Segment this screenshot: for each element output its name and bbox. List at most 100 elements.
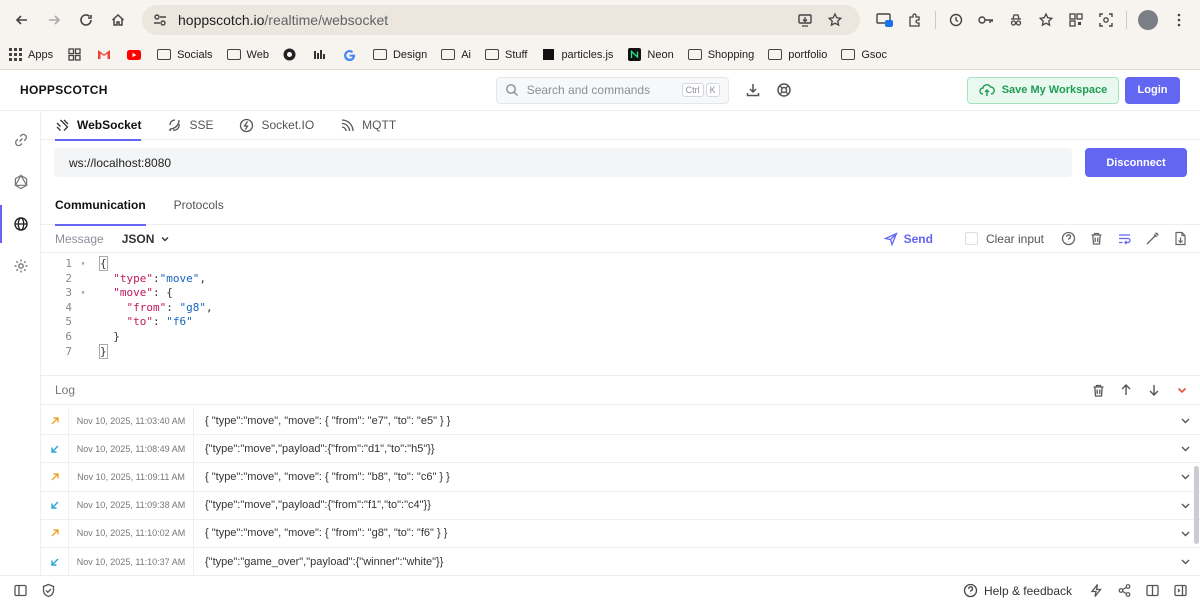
bookmark-star-icon[interactable] <box>820 5 850 35</box>
bookmark-web[interactable]: Web <box>226 48 269 62</box>
toggle-sidebar-icon[interactable] <box>6 577 34 605</box>
youtube-icon <box>127 48 142 62</box>
cast-icon[interactable] <box>870 5 900 35</box>
prettify-wand-icon[interactable] <box>1138 227 1166 251</box>
help-icon[interactable] <box>1054 227 1082 251</box>
log-entry[interactable]: Nov 10, 2025, 11:03:40 AM { "type":"move"… <box>41 407 1200 436</box>
expand-chevron-icon[interactable] <box>1170 556 1200 567</box>
site-info-icon[interactable] <box>152 12 168 28</box>
help-feedback-button[interactable]: Help & feedback <box>963 583 1072 598</box>
clear-input-label[interactable]: Clear input <box>986 232 1044 246</box>
tab-websocket[interactable]: WebSocket <box>55 111 142 141</box>
bookmark-youtube[interactable] <box>127 48 147 62</box>
bookmark-stuff[interactable]: Stuff <box>485 48 527 62</box>
scroll-up-icon[interactable] <box>1112 378 1140 402</box>
split-layout-icon[interactable] <box>1138 577 1166 605</box>
log-scrollbar[interactable] <box>1194 466 1199 544</box>
fold-icon[interactable]: ▾ <box>78 257 88 272</box>
forward-icon[interactable] <box>38 4 70 36</box>
bookmark-particles-js[interactable]: particles.js <box>541 48 613 62</box>
save-workspace-button[interactable]: Save My Workspace <box>967 76 1119 104</box>
app-brand[interactable]: HOPPSCOTCH <box>20 83 108 97</box>
bookmark-socials[interactable]: Socials <box>157 48 213 62</box>
browser-menu-icon[interactable] <box>1164 5 1194 35</box>
shortcuts-bolt-icon[interactable] <box>1082 577 1110 605</box>
bookmark-label: Gsoc <box>861 48 888 61</box>
bookmark-google[interactable] <box>343 48 363 62</box>
toolbar-separator <box>935 11 936 29</box>
nav-realtime-icon[interactable] <box>0 203 41 245</box>
bookmark-design[interactable]: Design <box>372 48 427 62</box>
import-file-icon[interactable] <box>1166 227 1194 251</box>
code-line: "type":"move", <box>113 271 206 285</box>
log-entry[interactable]: Nov 10, 2025, 11:09:38 AM {"type":"move",… <box>41 491 1200 520</box>
bookmark-neon[interactable]: Neon <box>627 48 674 62</box>
tab-sse[interactable]: SSE <box>167 111 213 140</box>
disconnect-button[interactable]: Disconnect <box>1085 148 1187 177</box>
app-header: HOPPSCOTCH Search and commands Ctrl K Sa… <box>0 70 1200 111</box>
websocket-url-input[interactable]: ws://localhost:8080 <box>54 148 1072 177</box>
bookmark-gsoc[interactable]: Gsoc <box>841 48 887 62</box>
folder-icon <box>768 48 783 62</box>
toggle-panel-icon[interactable] <box>1166 577 1194 605</box>
password-key-icon[interactable] <box>971 5 1001 35</box>
protocol-tabs: WebSocket SSE Socket.IO MQTT <box>41 111 1200 141</box>
tab-communication[interactable]: Communication <box>55 185 146 226</box>
wrap-lines-icon[interactable] <box>1110 227 1138 251</box>
nav-rest-icon[interactable] <box>0 119 41 161</box>
screenshot-icon[interactable] <box>1091 5 1121 35</box>
search-commands-input[interactable]: Search and commands Ctrl K <box>495 76 729 104</box>
autoscroll-chevron-icon[interactable] <box>1168 378 1196 402</box>
clear-log-trash-icon[interactable] <box>1084 378 1112 402</box>
log-entry[interactable]: Nov 10, 2025, 11:10:37 AM {"type":"game_o… <box>41 547 1200 575</box>
trash-icon[interactable] <box>1082 227 1110 251</box>
tab-protocols[interactable]: Protocols <box>174 185 224 225</box>
code-line: } <box>113 329 120 343</box>
incognito-icon[interactable] <box>1001 5 1031 35</box>
profile-avatar[interactable] <box>1138 10 1158 30</box>
code-content[interactable]: { "type":"move", "move": { "from": "g8",… <box>94 253 1200 375</box>
message-editor[interactable]: 1 ▾ 2 3 ▾ 4 5 6 7 { "type":"move", "move":… <box>41 253 1200 376</box>
tab-socket-io[interactable]: Socket.IO <box>239 111 314 140</box>
share-icon[interactable] <box>1110 577 1138 605</box>
log-entry[interactable]: Nov 10, 2025, 11:09:11 AM { "type":"move"… <box>41 463 1200 492</box>
google-icon <box>343 48 357 62</box>
support-icon[interactable] <box>770 76 798 104</box>
bookmark-site-icon-2[interactable] <box>313 48 333 62</box>
scroll-down-icon[interactable] <box>1140 378 1168 402</box>
bookmark-portfolio[interactable]: portfolio <box>768 48 827 62</box>
nav-settings-icon[interactable] <box>0 245 41 287</box>
bookmark-grid[interactable] <box>67 48 87 62</box>
fold-icon[interactable]: ▾ <box>78 286 88 301</box>
send-button[interactable]: Send <box>883 232 933 246</box>
bookmark-apps[interactable]: Apps <box>8 48 53 62</box>
format-select[interactable]: JSON <box>122 232 171 246</box>
expand-chevron-icon[interactable] <box>1170 443 1200 454</box>
download-icon[interactable] <box>739 76 767 104</box>
qr-code-icon[interactable] <box>1061 5 1091 35</box>
address-bar[interactable]: hoppscotch.io/realtime/websocket <box>142 5 860 35</box>
shield-check-icon[interactable] <box>34 577 62 605</box>
bookmark-gmail[interactable] <box>97 48 117 62</box>
extensions-icon[interactable] <box>900 5 930 35</box>
received-arrow-icon <box>41 557 68 567</box>
expand-chevron-icon[interactable] <box>1170 415 1200 426</box>
nav-graphql-icon[interactable] <box>0 161 41 203</box>
bookmark-ai[interactable]: Ai <box>441 48 471 62</box>
log-entry[interactable]: Nov 10, 2025, 11:10:02 AM { "type":"move"… <box>41 519 1200 548</box>
clear-input-checkbox[interactable] <box>964 232 978 245</box>
line-number: 1 <box>65 257 72 270</box>
log-timestamp: Nov 10, 2025, 11:08:49 AM <box>68 435 194 463</box>
bookmark-shopping[interactable]: Shopping <box>687 48 754 62</box>
reload-icon[interactable] <box>70 4 102 36</box>
home-icon[interactable] <box>102 4 134 36</box>
mqtt-icon <box>340 118 355 133</box>
login-button[interactable]: Login <box>1125 76 1180 104</box>
back-icon[interactable] <box>6 4 38 36</box>
favorites-star-icon[interactable] <box>1031 5 1061 35</box>
log-entry[interactable]: Nov 10, 2025, 11:08:49 AM {"type":"move",… <box>41 435 1200 464</box>
history-icon[interactable] <box>941 5 971 35</box>
install-app-icon[interactable] <box>790 5 820 35</box>
tab-mqtt[interactable]: MQTT <box>340 111 396 140</box>
bookmark-site[interactable] <box>283 48 303 62</box>
